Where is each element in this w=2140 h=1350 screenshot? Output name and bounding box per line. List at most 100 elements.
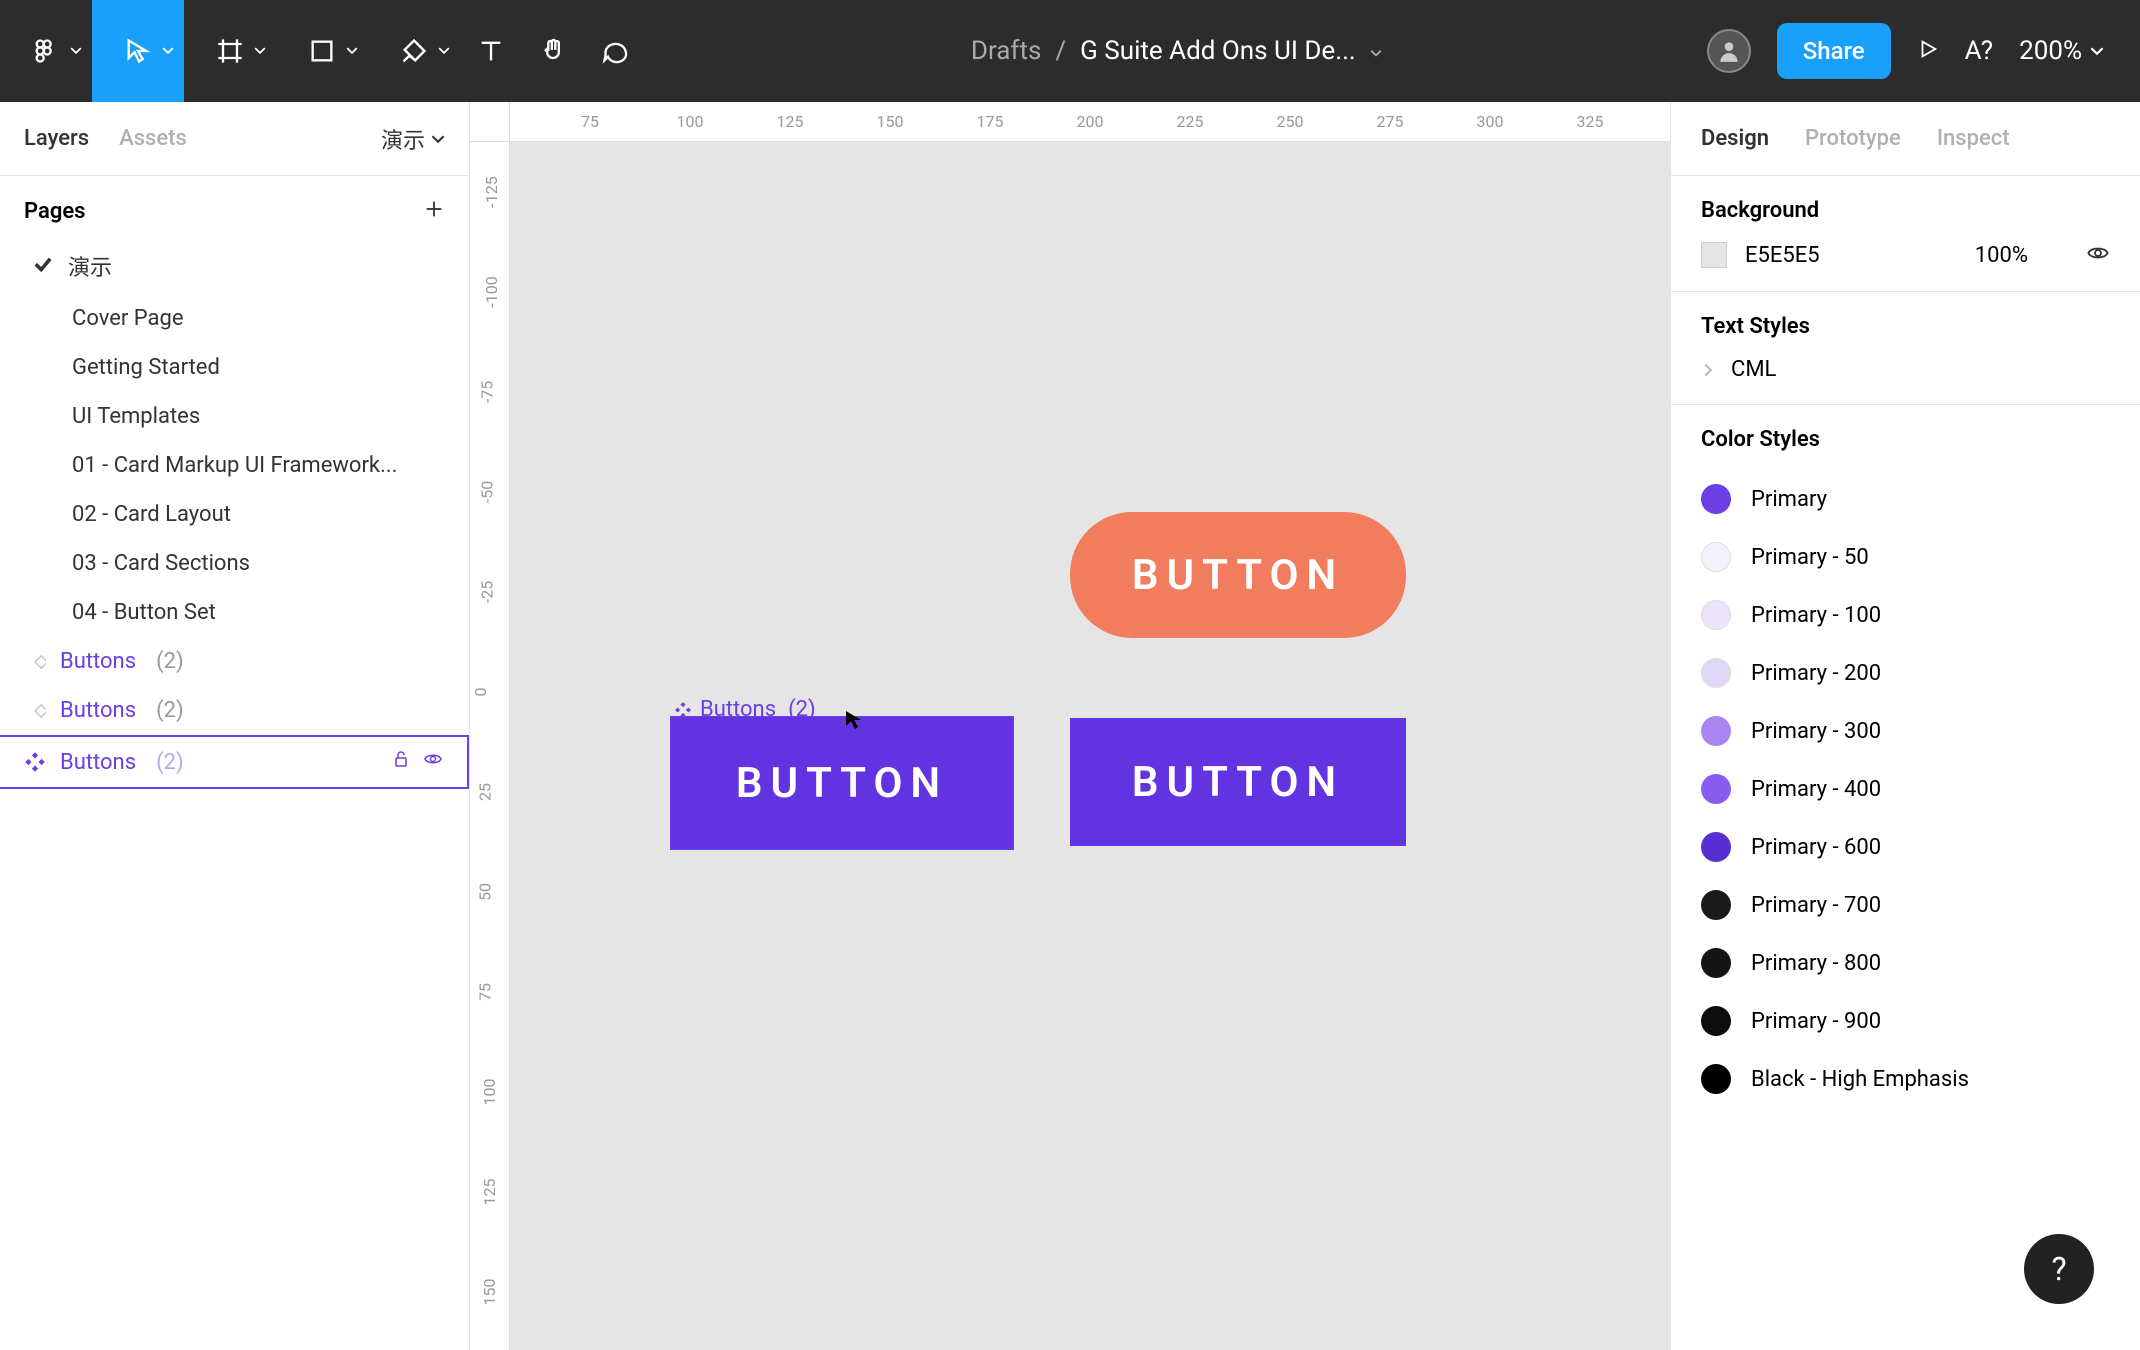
ruler-tick: 150: [877, 112, 904, 131]
component-icon: [24, 651, 46, 673]
color-style-label: Primary - 300: [1751, 719, 1881, 744]
page-item[interactable]: 03 - Card Sections: [0, 539, 469, 588]
page-item[interactable]: 04 - Button Set: [0, 588, 469, 637]
color-style-item[interactable]: Primary - 600: [1701, 818, 2110, 876]
file-menu-caret[interactable]: [1370, 36, 1382, 66]
color-swatch-icon: [1701, 600, 1731, 630]
layer-item[interactable]: Buttons (2): [0, 637, 469, 686]
color-style-item[interactable]: Primary - 50: [1701, 528, 2110, 586]
ruler-vertical: -125-100-75-50-250255075100125150: [470, 142, 510, 1350]
zoom-control[interactable]: 200%: [2019, 36, 2104, 66]
color-style-item[interactable]: Black - High Emphasis: [1701, 1050, 2110, 1108]
color-style-item[interactable]: Primary - 100: [1701, 586, 2110, 644]
background-opacity[interactable]: 100%: [1975, 243, 2028, 268]
tab-inspect[interactable]: Inspect: [1937, 126, 2010, 151]
ruler-tick: 25: [475, 783, 494, 801]
unlock-icon[interactable]: [391, 749, 411, 775]
color-style-label: Primary - 800: [1751, 951, 1881, 976]
missing-fonts-indicator[interactable]: A?: [1965, 36, 1993, 66]
color-style-label: Primary - 400: [1751, 777, 1881, 802]
color-swatch-icon: [1701, 716, 1731, 746]
page-item[interactable]: 01 - Card Markup UI Framework...: [0, 441, 469, 490]
ruler-tick: -125: [482, 176, 501, 207]
color-swatch-icon: [1701, 484, 1731, 514]
frame-tool-button[interactable]: [184, 0, 276, 102]
background-heading: Background: [1701, 198, 2110, 223]
color-style-item[interactable]: Primary - 900: [1701, 992, 2110, 1050]
ruler-tick: 200: [1077, 112, 1104, 131]
avatar[interactable]: [1707, 29, 1751, 73]
ruler-tick: 0: [471, 688, 490, 697]
left-panel: Layers Assets 演示 Pages 演示 Cover Page Get…: [0, 102, 470, 1350]
layer-item[interactable]: Buttons (2): [0, 686, 469, 735]
color-swatch-icon: [1701, 1064, 1731, 1094]
ruler-tick: -25: [478, 581, 497, 603]
visibility-icon[interactable]: [2086, 241, 2110, 269]
present-button[interactable]: [1917, 38, 1939, 64]
file-name[interactable]: G Suite Add Ons UI De...: [1080, 36, 1356, 66]
color-style-label: Primary - 50: [1751, 545, 1869, 570]
page-item-current[interactable]: 演示: [0, 238, 469, 294]
visibility-icon[interactable]: [423, 749, 443, 775]
ruler-tick: 225: [1177, 112, 1204, 131]
pen-tool-button[interactable]: [368, 0, 460, 102]
ruler-tick: 125: [777, 112, 804, 131]
component-icon: [24, 700, 46, 722]
cursor-icon: [842, 708, 866, 736]
move-tool-button[interactable]: [92, 0, 184, 102]
color-style-item[interactable]: Primary - 800: [1701, 934, 2110, 992]
page-selector[interactable]: 演示: [381, 123, 445, 155]
color-style-item[interactable]: Primary - 400: [1701, 760, 2110, 818]
color-style-item[interactable]: Primary - 200: [1701, 644, 2110, 702]
page-item[interactable]: Cover Page: [0, 294, 469, 343]
page-item[interactable]: Getting Started: [0, 343, 469, 392]
canvas-button-purple-left[interactable]: BUTTON: [670, 716, 1014, 850]
tab-assets[interactable]: Assets: [119, 126, 187, 151]
ruler-horizontal: 75100125150175200225250275300325: [510, 102, 1670, 142]
page-item[interactable]: UI Templates: [0, 392, 469, 441]
hand-tool-button[interactable]: [522, 0, 584, 102]
canvas-button-purple-right[interactable]: BUTTON: [1070, 718, 1406, 846]
color-style-label: Primary - 700: [1751, 893, 1881, 918]
pages-heading: Pages: [24, 199, 85, 224]
background-hex[interactable]: E5E5E5: [1745, 243, 1820, 268]
text-styles-heading: Text Styles: [1701, 314, 2110, 339]
ruler-tick: 75: [475, 983, 494, 1001]
ruler-tick: 50: [475, 883, 494, 901]
ruler-tick: 325: [1577, 112, 1604, 131]
tab-prototype[interactable]: Prototype: [1805, 126, 1901, 151]
ruler-tick: 75: [581, 112, 599, 131]
background-swatch[interactable]: [1701, 242, 1727, 268]
add-page-button[interactable]: [423, 198, 445, 224]
breadcrumb[interactable]: Drafts / G Suite Add Ons UI De...: [646, 36, 1707, 66]
color-swatch-icon: [1701, 658, 1731, 688]
page-item[interactable]: 02 - Card Layout: [0, 490, 469, 539]
ruler-tick: 175: [977, 112, 1004, 131]
figma-menu-button[interactable]: [0, 0, 92, 102]
color-style-item[interactable]: Primary: [1701, 470, 2110, 528]
color-styles-heading: Color Styles: [1701, 427, 2110, 452]
color-swatch-icon: [1701, 890, 1731, 920]
color-swatch-icon: [1701, 542, 1731, 572]
shape-tool-button[interactable]: [276, 0, 368, 102]
zoom-value: 200%: [2019, 36, 2082, 66]
text-style-item[interactable]: CML: [1701, 357, 2110, 382]
canvas-button-orange[interactable]: BUTTON: [1070, 512, 1406, 638]
tab-layers[interactable]: Layers: [24, 126, 89, 151]
help-button[interactable]: ?: [2024, 1234, 2094, 1304]
ruler-tick: -100: [482, 276, 501, 307]
color-style-label: Primary - 100: [1751, 603, 1881, 628]
canvas-area[interactable]: 75100125150175200225250275300325 -125-10…: [470, 102, 1670, 1350]
color-style-label: Primary: [1751, 487, 1827, 512]
layer-item-selected[interactable]: Buttons (2): [0, 735, 469, 789]
color-style-label: Primary - 900: [1751, 1009, 1881, 1034]
color-style-label: Primary - 200: [1751, 661, 1881, 686]
color-style-item[interactable]: Primary - 300: [1701, 702, 2110, 760]
color-style-item[interactable]: Primary - 700: [1701, 876, 2110, 934]
tab-design[interactable]: Design: [1701, 126, 1769, 151]
share-button[interactable]: Share: [1777, 23, 1891, 79]
color-style-label: Primary - 600: [1751, 835, 1881, 860]
breadcrumb-folder[interactable]: Drafts: [971, 36, 1041, 66]
text-tool-button[interactable]: [460, 0, 522, 102]
comment-tool-button[interactable]: [584, 0, 646, 102]
